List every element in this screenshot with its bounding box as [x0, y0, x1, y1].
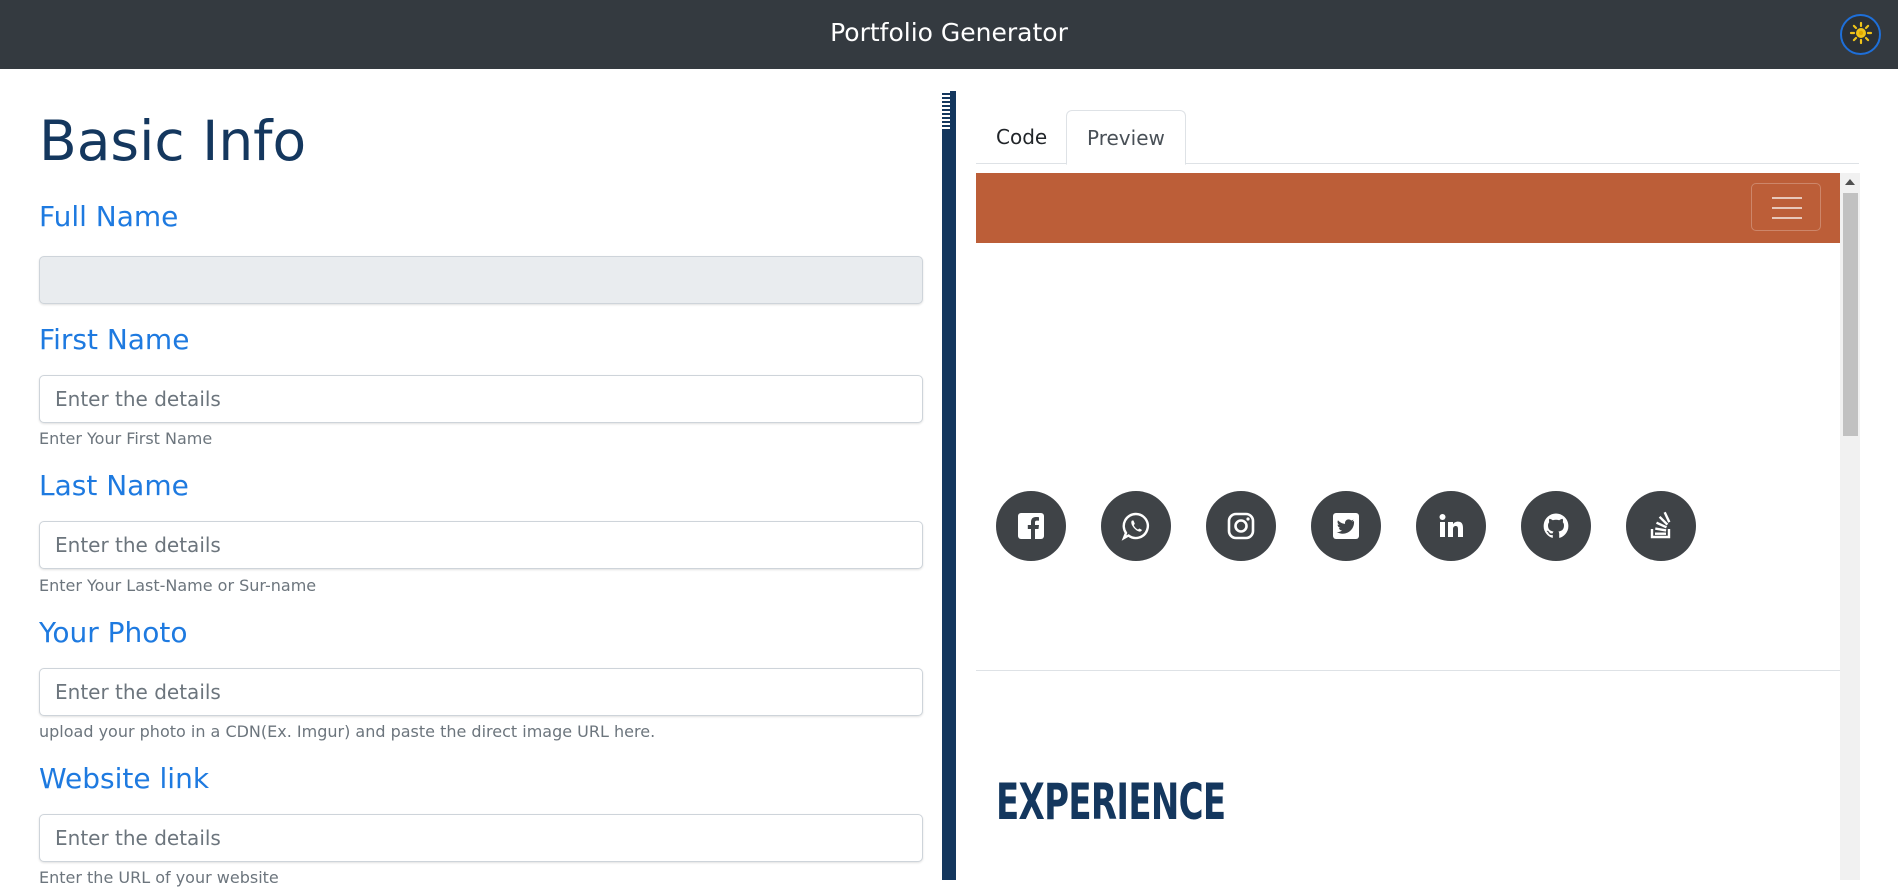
- top-navbar: Portfolio Generator: [0, 0, 1898, 69]
- preview-scrollbar[interactable]: [1840, 173, 1860, 880]
- whatsapp-icon[interactable]: [1101, 491, 1171, 561]
- linkedin-icon[interactable]: [1416, 491, 1486, 561]
- theme-toggle-button[interactable]: [1840, 14, 1881, 55]
- website-input[interactable]: Enter the details: [39, 814, 923, 862]
- first-name-help: Enter Your First Name: [39, 429, 213, 448]
- first-name-input[interactable]: Enter the details: [39, 375, 923, 423]
- website-help: Enter the URL of your website: [39, 868, 279, 887]
- full-name-field: [39, 256, 923, 304]
- facebook-icon[interactable]: [996, 491, 1066, 561]
- twitter-icon[interactable]: [1311, 491, 1381, 561]
- last-name-input[interactable]: Enter the details: [39, 521, 923, 569]
- splitter-grip[interactable]: [942, 91, 950, 129]
- sun-icon: [1849, 21, 1873, 49]
- photo-help: upload your photo in a CDN(Ex. Imgur) an…: [39, 722, 656, 741]
- tab-preview[interactable]: Preview: [1066, 110, 1186, 165]
- preview-frame: EXPERIENCE: [976, 173, 1860, 880]
- preview-navbar: [976, 173, 1840, 243]
- hamburger-menu-button[interactable]: [1751, 183, 1821, 231]
- section-divider: [976, 670, 1840, 671]
- stackoverflow-icon[interactable]: [1626, 491, 1696, 561]
- form-panel: Basic Info Full Name First Name Enter th…: [0, 69, 940, 887]
- app-title: Portfolio Generator: [830, 18, 1068, 47]
- scroll-up-arrow-icon[interactable]: [1845, 179, 1855, 185]
- full-name-label: Full Name: [39, 200, 179, 233]
- last-name-label: Last Name: [39, 469, 189, 502]
- first-name-label: First Name: [39, 323, 190, 356]
- photo-label: Your Photo: [39, 616, 188, 649]
- output-panel: Code Preview EXPERIENCE: [956, 69, 1898, 880]
- website-label: Website link: [39, 762, 210, 795]
- experience-heading: EXPERIENCE: [996, 773, 1226, 831]
- instagram-icon[interactable]: [1206, 491, 1276, 561]
- section-title: Basic Info: [39, 109, 307, 173]
- photo-url-input[interactable]: Enter the details: [39, 668, 923, 716]
- panel-splitter[interactable]: [942, 91, 956, 880]
- tab-bar: Code Preview: [976, 110, 1859, 165]
- tab-code[interactable]: Code: [976, 110, 1067, 164]
- github-icon[interactable]: [1521, 491, 1591, 561]
- last-name-help: Enter Your Last-Name or Sur-name: [39, 576, 317, 595]
- scrollbar-thumb[interactable]: [1843, 193, 1858, 436]
